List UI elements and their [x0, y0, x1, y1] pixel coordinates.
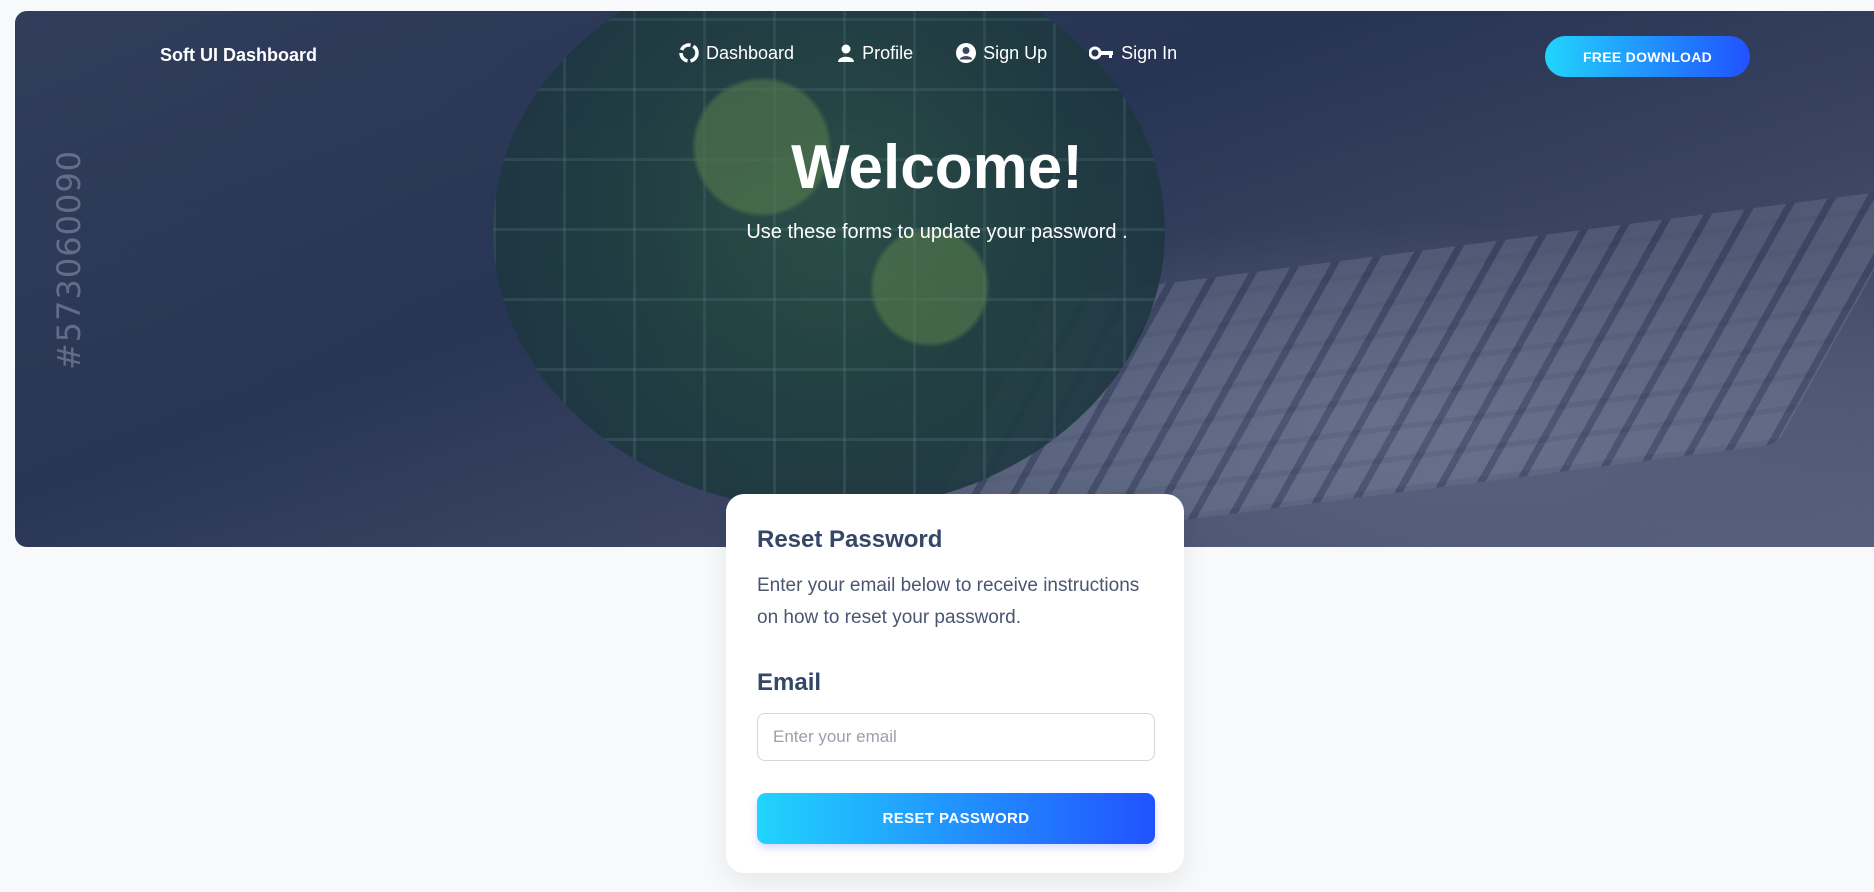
nav-label-sign-in: Sign In	[1121, 42, 1178, 63]
dashboard-icon	[679, 43, 699, 63]
nav-label-profile: Profile	[862, 42, 914, 63]
card-description: Enter your email below to receive instru…	[757, 575, 1140, 628]
email-field[interactable]	[757, 713, 1155, 761]
nav-item-profile[interactable]: Profile	[836, 42, 913, 64]
brand-logo[interactable]: Soft UI Dashboard	[160, 45, 317, 66]
nav-item-sign-in[interactable]: Sign In	[1089, 42, 1177, 64]
reset-password-button[interactable]: RESET PASSWORD	[757, 793, 1155, 844]
key-icon	[1089, 46, 1114, 60]
reset-password-card: Reset Password Enter your email below to…	[726, 494, 1184, 873]
top-navbar: Soft UI Dashboard Dashboard Profile Sign…	[0, 0, 1874, 110]
nav-links: Dashboard Profile Sign Up Sign In	[678, 42, 1219, 64]
email-label: Email	[757, 669, 822, 696]
free-download-button[interactable]: FREE DOWNLOAD	[1545, 36, 1750, 77]
user-icon	[838, 44, 855, 62]
card-title: Reset Password	[757, 526, 943, 553]
nav-item-dashboard[interactable]: Dashboard	[678, 42, 794, 64]
welcome-title: Welcome!	[791, 133, 1083, 202]
nav-item-sign-up[interactable]: Sign Up	[955, 42, 1047, 64]
user-circle-icon	[956, 43, 977, 63]
nav-label-dashboard: Dashboard	[706, 42, 795, 63]
welcome-subtitle: Use these forms to update your password …	[746, 221, 1128, 243]
nav-label-sign-up: Sign Up	[983, 42, 1048, 63]
